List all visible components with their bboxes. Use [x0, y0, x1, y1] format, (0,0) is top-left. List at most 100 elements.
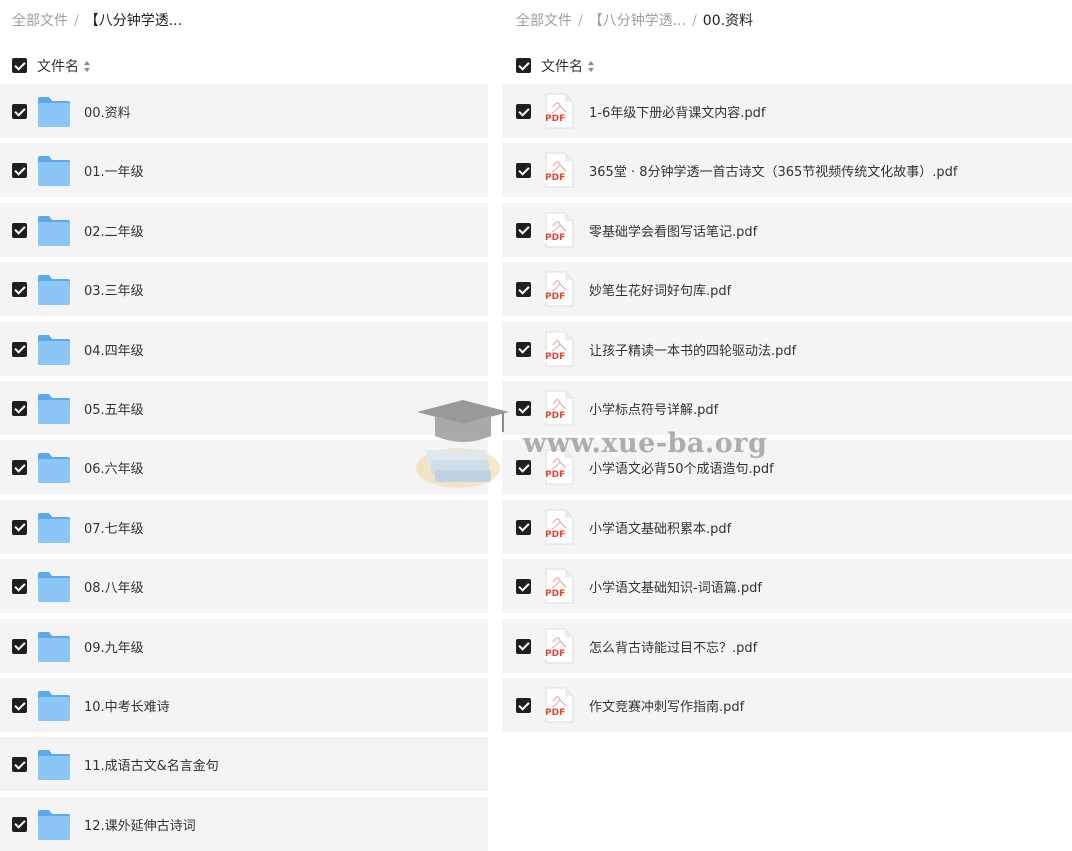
file-name[interactable]: 小学语文基础积累本.pdf	[589, 518, 731, 537]
pdf-badge: PDF	[545, 529, 566, 540]
row-checkbox[interactable]	[516, 638, 531, 654]
pdf-file-icon: PDF	[544, 449, 574, 485]
row-checkbox[interactable]	[516, 698, 531, 713]
row-checkbox[interactable]	[12, 816, 27, 832]
folder-row[interactable]: 00.资料	[0, 84, 488, 138]
folder-name[interactable]: 02.二年级	[84, 221, 144, 240]
folder-row[interactable]: 01.一年级	[0, 143, 488, 198]
folder-name[interactable]: 05.五年级	[84, 399, 144, 418]
file-row[interactable]: PDF 小学语文基础积累本.pdf	[502, 499, 1072, 554]
file-row[interactable]: PDF 零基础学会看图写话笔记.pdf	[502, 202, 1072, 257]
folder-icon	[37, 512, 71, 544]
row-checkbox[interactable]	[12, 519, 27, 535]
file-row[interactable]: PDF 365堂 · 8分钟学透一首古诗文（365节视频传统文化故事）.pdf	[502, 143, 1072, 198]
folder-row[interactable]: 03.三年级	[0, 262, 488, 317]
file-name[interactable]: 妙笔生花好词好句库.pdf	[589, 280, 731, 299]
folder-name[interactable]: 08.八年级	[84, 577, 144, 596]
row-checkbox[interactable]	[12, 757, 27, 773]
folder-row[interactable]: 10.中考长难诗	[0, 678, 488, 732]
select-all-checkbox[interactable]	[516, 58, 531, 73]
column-header: 文件名	[0, 52, 488, 80]
row-checkbox[interactable]	[516, 104, 531, 119]
folder-icon	[37, 393, 71, 425]
folder-row[interactable]: 08.八年级	[0, 559, 488, 614]
folder-row[interactable]: 09.九年级	[0, 618, 488, 673]
folder-icon	[37, 809, 71, 841]
file-row[interactable]: PDF 让孩子精读一本书的四轮驱动法.pdf	[502, 321, 1072, 376]
folder-name[interactable]: 04.四年级	[84, 340, 144, 359]
file-row[interactable]: PDF 妙笔生花好词好句库.pdf	[502, 262, 1072, 317]
pdf-badge: PDF	[545, 589, 566, 600]
column-header: 文件名	[502, 52, 1072, 80]
pdf-file-icon: PDF	[544, 628, 574, 664]
breadcrumb-parent[interactable]: 【八分钟学透...	[589, 13, 686, 29]
pdf-file-icon: PDF	[544, 509, 574, 545]
sort-icon[interactable]	[84, 60, 91, 72]
pdf-badge: PDF	[545, 708, 566, 718]
pdf-badge: PDF	[545, 292, 566, 303]
file-name[interactable]: 1-6年级下册必背课文内容.pdf	[589, 102, 765, 121]
file-name[interactable]: 365堂 · 8分钟学透一首古诗文（365节视频传统文化故事）.pdf	[589, 161, 958, 180]
folder-name[interactable]: 07.七年级	[84, 518, 144, 537]
pdf-badge: PDF	[545, 351, 566, 362]
left-pane: 全部文件 / 【八分钟学透... 文件名 00.资料 01.一年级 02.二年级 03.三…	[0, 0, 488, 851]
row-checkbox[interactable]	[516, 401, 531, 416]
file-name[interactable]: 零基础学会看图写话笔记.pdf	[589, 221, 757, 240]
breadcrumb-separator: /	[578, 13, 583, 29]
breadcrumb-root[interactable]: 全部文件	[12, 13, 68, 29]
file-row[interactable]: PDF 小学标点符号详解.pdf	[502, 381, 1072, 435]
folder-name[interactable]: 10.中考长难诗	[84, 696, 170, 715]
folder-name[interactable]: 01.一年级	[84, 161, 144, 180]
row-checkbox[interactable]	[516, 163, 531, 179]
folder-name[interactable]: 09.九年级	[84, 637, 144, 656]
row-checkbox[interactable]	[12, 341, 27, 357]
row-checkbox[interactable]	[12, 222, 27, 238]
folder-icon	[37, 274, 71, 306]
row-checkbox[interactable]	[516, 341, 531, 357]
filename-column-header[interactable]: 文件名	[37, 56, 91, 76]
file-row[interactable]: PDF 作文竞赛冲刺写作指南.pdf	[502, 678, 1072, 732]
file-row[interactable]: PDF 小学语文基础知识-词语篇.pdf	[502, 559, 1072, 614]
folder-icon	[37, 334, 71, 366]
folder-name[interactable]: 12.课外延伸古诗词	[84, 815, 196, 834]
folder-name[interactable]: 03.三年级	[84, 280, 144, 299]
folder-icon	[37, 571, 71, 603]
file-name[interactable]: 小学语文必背50个成语造句.pdf	[589, 458, 774, 477]
row-checkbox[interactable]	[12, 163, 27, 179]
folder-icon	[37, 452, 71, 484]
row-checkbox[interactable]	[12, 460, 27, 476]
breadcrumb-root[interactable]: 全部文件	[516, 13, 572, 29]
folder-row[interactable]: 07.七年级	[0, 499, 488, 554]
row-checkbox[interactable]	[12, 401, 27, 416]
file-name[interactable]: 让孩子精读一本书的四轮驱动法.pdf	[589, 340, 796, 359]
folder-name[interactable]: 11.成语古文&名言金句	[84, 755, 219, 774]
folder-name[interactable]: 06.六年级	[84, 458, 144, 477]
file-name[interactable]: 小学标点符号详解.pdf	[589, 399, 718, 418]
folder-row[interactable]: 02.二年级	[0, 202, 488, 257]
filename-column-header[interactable]: 文件名	[541, 56, 595, 76]
row-checkbox[interactable]	[516, 460, 531, 476]
row-checkbox[interactable]	[12, 579, 27, 595]
file-row[interactable]: PDF 1-6年级下册必背课文内容.pdf	[502, 84, 1072, 138]
file-name[interactable]: 小学语文基础知识-词语篇.pdf	[589, 577, 762, 596]
folder-row[interactable]: 11.成语古文&名言金句	[0, 737, 488, 792]
row-checkbox[interactable]	[516, 579, 531, 595]
folder-row[interactable]: 04.四年级	[0, 321, 488, 376]
row-checkbox[interactable]	[516, 519, 531, 535]
row-checkbox[interactable]	[12, 638, 27, 654]
row-checkbox[interactable]	[516, 282, 531, 298]
file-row[interactable]: PDF 怎么背古诗能过目不忘？.pdf	[502, 618, 1072, 673]
sort-icon[interactable]	[588, 60, 595, 72]
row-checkbox[interactable]	[12, 104, 27, 119]
pdf-file-icon: PDF	[544, 212, 574, 248]
folder-row[interactable]: 05.五年级	[0, 381, 488, 435]
file-row[interactable]: PDF 小学语文必背50个成语造句.pdf	[502, 440, 1072, 495]
folder-row[interactable]: 06.六年级	[0, 440, 488, 495]
row-checkbox[interactable]	[12, 282, 27, 298]
file-name[interactable]: 作文竞赛冲刺写作指南.pdf	[589, 696, 744, 715]
row-checkbox[interactable]	[12, 698, 27, 713]
row-checkbox[interactable]	[516, 222, 531, 238]
select-all-checkbox[interactable]	[12, 58, 27, 73]
folder-name[interactable]: 00.资料	[84, 102, 131, 121]
file-name[interactable]: 怎么背古诗能过目不忘？.pdf	[589, 637, 757, 656]
